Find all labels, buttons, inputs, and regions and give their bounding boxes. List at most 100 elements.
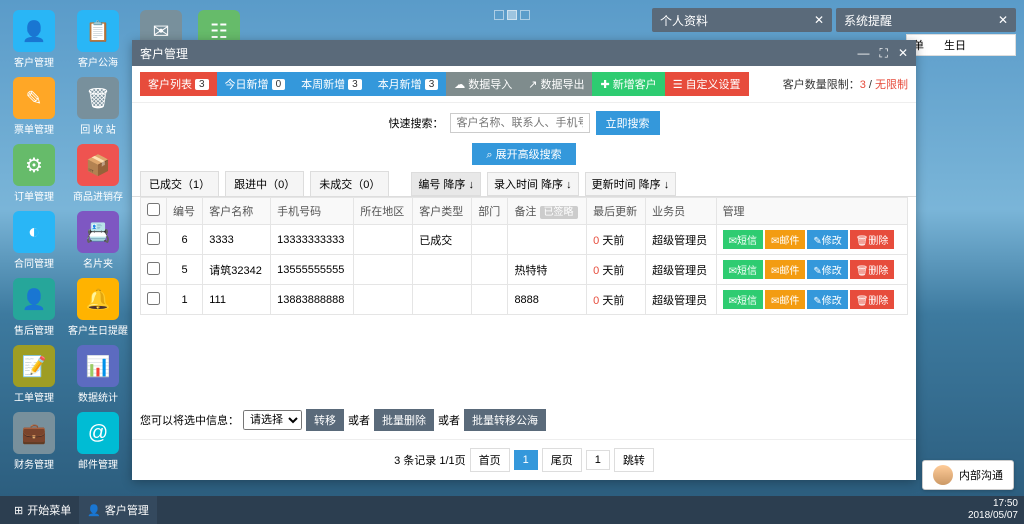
delete-button[interactable]: 🗑删除: [850, 290, 895, 309]
th-remark: 备注 已签略: [508, 198, 587, 225]
mail-button[interactable]: ✉邮件: [765, 260, 805, 279]
desktop-icon[interactable]: 📇名片夹: [74, 211, 122, 270]
icon-label: 回 收 站: [80, 121, 116, 136]
window-title: 客户管理: [140, 45, 188, 62]
sms-button[interactable]: ✉短信: [723, 260, 763, 279]
desktop-icons: 👤客户管理 📋客户公海 ✎票单管理 🗑 回 收 站 ⚙ 订单管理 📦商品进销存 ◐ 合同管理 📇名片…: [10, 10, 122, 479]
chat-bubble[interactable]: 内部沟通: [922, 460, 1014, 490]
close-icon[interactable]: ✕: [814, 13, 824, 27]
custom-settings-button[interactable]: ☰ 自定义设置: [665, 72, 749, 96]
minimize-icon[interactable]: —: [858, 46, 870, 61]
icon-label: 财务管理: [14, 456, 54, 471]
sort-entry-time[interactable]: 录入时间 降序 ↓: [487, 172, 579, 196]
edit-button[interactable]: ✎修改: [807, 230, 847, 249]
last-page-button[interactable]: 尾页: [542, 448, 582, 472]
search-input[interactable]: [450, 113, 590, 133]
app-icon: 📇: [77, 211, 119, 253]
profile-panel[interactable]: 个人资料 ✕: [652, 8, 832, 32]
th-sales: 业务员: [646, 198, 716, 225]
th-dept: 部门: [472, 198, 508, 225]
tab-undone[interactable]: 未成交（0）: [310, 171, 389, 196]
batch-move-button[interactable]: 转移: [306, 409, 344, 431]
desktop-icon[interactable]: ◐ 合同管理: [10, 211, 58, 270]
panel-title: 个人资料: [660, 12, 708, 29]
clock: 17:50 2018/05/07: [968, 498, 1018, 522]
mail-button[interactable]: ✉邮件: [765, 290, 805, 309]
app-icon: 🗑: [77, 77, 119, 119]
close-icon[interactable]: ✕: [998, 13, 1008, 27]
maximize-icon[interactable]: ⛶: [880, 46, 888, 61]
limit-text: 客户数量限制：3 / 无限制: [783, 76, 908, 92]
avatar-icon: [933, 465, 953, 485]
desktop-icon[interactable]: 👤 售后管理: [10, 278, 58, 337]
alert-panel[interactable]: 系统提醒 ✕: [836, 8, 1016, 32]
desktop-icon[interactable]: 💼财务管理: [10, 412, 58, 471]
icon-label: 订单管理: [14, 188, 54, 203]
app-icon: ✎: [13, 77, 55, 119]
batch-row: 您可以将选中信息： 请选择 转移 或者 批量删除 或者 批量转移公海: [132, 401, 916, 439]
start-menu[interactable]: ⊞ 开始菜单: [6, 496, 79, 524]
jump-button[interactable]: 跳转: [614, 448, 654, 472]
page-input[interactable]: 1: [586, 450, 610, 470]
row-checkbox[interactable]: [147, 292, 160, 305]
batch-public-button[interactable]: 批量转移公海: [464, 409, 546, 431]
tab-follow[interactable]: 跟进中（0）: [225, 171, 304, 196]
desktop-icon[interactable]: @邮件管理: [74, 412, 122, 471]
table-row: 1111138838888888888 0 天前超级管理员 ✉短信 ✉邮件 ✎修…: [141, 285, 908, 315]
sms-button[interactable]: ✉短信: [723, 230, 763, 249]
desktop-pager[interactable]: [494, 10, 530, 20]
tab-done[interactable]: 已成交（1）: [140, 171, 219, 196]
sms-button[interactable]: ✉短信: [723, 290, 763, 309]
desktop-icon[interactable]: 📋客户公海: [74, 10, 122, 69]
desktop-icon[interactable]: 🗑 回 收 站: [74, 77, 122, 136]
icon-label: 数据统计: [78, 389, 118, 404]
app-icon: ◐: [13, 211, 55, 253]
close-icon[interactable]: ✕: [898, 46, 908, 61]
edit-button[interactable]: ✎修改: [807, 260, 847, 279]
week-new-button[interactable]: 本周新增 3: [293, 72, 370, 96]
app-icon: ⚙: [13, 144, 55, 186]
row-checkbox[interactable]: [147, 262, 160, 275]
desktop-icon[interactable]: ⚙ 订单管理: [10, 144, 58, 203]
app-icon: 📝: [13, 345, 55, 387]
delete-button[interactable]: 🗑删除: [850, 230, 895, 249]
desktop-icon[interactable]: ✎票单管理: [10, 77, 58, 136]
delete-button[interactable]: 🗑删除: [850, 260, 895, 279]
customer-list-button[interactable]: 客户列表 3: [140, 72, 217, 96]
desktop-icon[interactable]: 👤客户管理: [10, 10, 58, 69]
desktop-icon[interactable]: 🔔客户生日提醒: [74, 278, 122, 337]
advanced-search-button[interactable]: ⌕ 展开高级搜索: [472, 143, 575, 165]
row-checkbox[interactable]: [147, 232, 160, 245]
icon-label: 合同管理: [14, 255, 54, 270]
today-new-button[interactable]: 今日新增 0: [217, 72, 294, 96]
export-button[interactable]: ↗ 数据导出: [520, 72, 592, 96]
app-icon: 👤: [13, 278, 55, 320]
first-page-button[interactable]: 首页: [470, 448, 510, 472]
app-icon: @: [77, 412, 119, 454]
desktop-icon[interactable]: 📝工单管理: [10, 345, 58, 404]
th-ops: 管理: [716, 198, 907, 225]
mail-button[interactable]: ✉邮件: [765, 230, 805, 249]
taskbar-app[interactable]: 👤 客户管理: [79, 496, 157, 524]
toolbar: 客户列表 3 今日新增 0 本周新增 3 本月新增 3 ☁ 数据导入 ↗ 数据导…: [132, 66, 916, 103]
sort-number[interactable]: 编号 降序 ↓: [411, 172, 481, 196]
batch-delete-button[interactable]: 批量删除: [374, 409, 434, 431]
import-button[interactable]: ☁ 数据导入: [446, 72, 520, 96]
select-all-checkbox[interactable]: [147, 203, 160, 216]
search-button[interactable]: 立即搜索: [596, 111, 660, 135]
edit-button[interactable]: ✎修改: [807, 290, 847, 309]
window-titlebar[interactable]: 客户管理 — ⛶ ✕: [132, 40, 916, 66]
add-customer-button[interactable]: ✚ 新增客户: [592, 72, 664, 96]
sort-update-time[interactable]: 更新时间 降序 ↓: [585, 172, 677, 196]
month-new-button[interactable]: 本月新增 3: [370, 72, 447, 96]
th-update: 最后更新: [587, 198, 646, 225]
desktop-icon[interactable]: 📊数据统计: [74, 345, 122, 404]
th-name: 客户名称: [203, 198, 271, 225]
desktop-icon[interactable]: 📦商品进销存: [74, 144, 122, 203]
batch-select[interactable]: 请选择: [243, 410, 302, 430]
page-1-button[interactable]: 1: [514, 450, 538, 470]
th-phone: 手机号码: [271, 198, 354, 225]
th-num: 编号: [167, 198, 203, 225]
icon-label: 售后管理: [14, 322, 54, 337]
sub-panel: 单 生日: [906, 34, 1016, 56]
